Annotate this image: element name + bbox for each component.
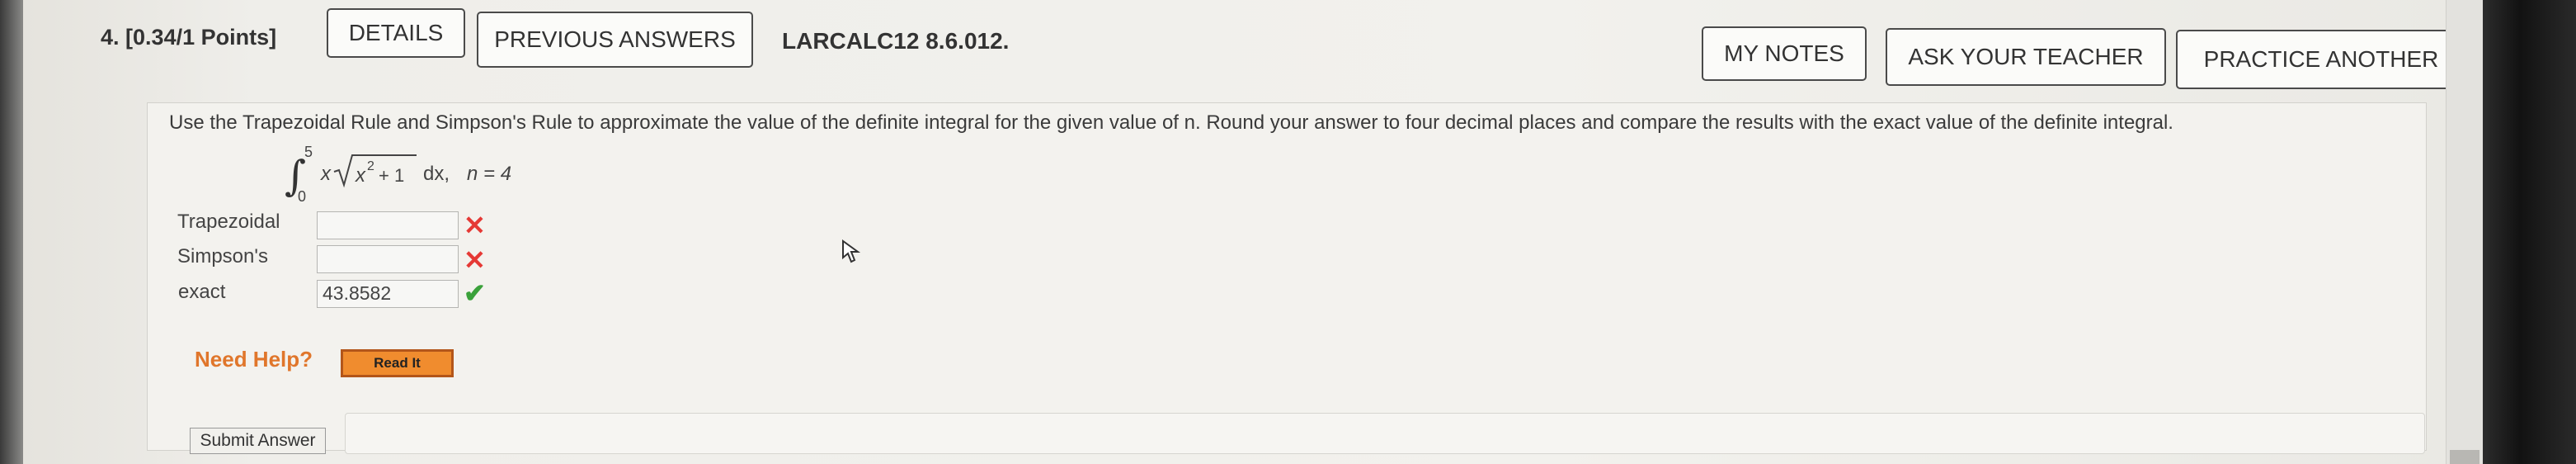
- screen-bezel-left: [0, 0, 23, 464]
- incorrect-icon: ✕: [464, 245, 486, 275]
- question-number: 4.: [101, 25, 120, 50]
- read-it-button[interactable]: Read It: [341, 349, 454, 377]
- answer-submission-area: [345, 413, 2425, 454]
- radicand-tail: + 1: [379, 165, 404, 186]
- trapezoidal-label: Trapezoidal: [177, 211, 280, 233]
- exact-label: exact: [178, 281, 226, 303]
- vertical-scrollbar[interactable]: [2446, 0, 2484, 464]
- integral-expression: ∫ 5 0 x x 2 + 1 dx, n = 4: [285, 144, 511, 205]
- radicand-x: x: [355, 164, 366, 187]
- previous-answers-button[interactable]: PREVIOUS ANSWERS: [477, 12, 753, 68]
- n-value: n = 4: [467, 163, 511, 185]
- question-code: LARCALC12 8.6.012.: [782, 28, 1010, 54]
- dx-label: dx,: [423, 163, 450, 185]
- exact-input[interactable]: 43.8582: [317, 280, 459, 308]
- question-points: [0.34/1 Points]: [125, 25, 277, 50]
- question-header: 4. [0.34/1 Points]: [101, 25, 276, 50]
- my-notes-button[interactable]: MY NOTES: [1702, 26, 1867, 81]
- submit-answer-button[interactable]: Submit Answer: [190, 428, 326, 454]
- integrand-x: x: [320, 163, 332, 185]
- upper-limit: 5: [304, 144, 313, 160]
- screen-bezel-right: [2483, 0, 2576, 464]
- incorrect-icon: ✕: [464, 211, 486, 240]
- practice-another-button[interactable]: PRACTICE ANOTHER: [2176, 30, 2466, 89]
- ask-teacher-button[interactable]: ASK YOUR TEACHER: [1886, 28, 2166, 86]
- radicand-exponent: 2: [367, 159, 374, 173]
- simpsons-label: Simpson's: [177, 245, 268, 268]
- simpsons-input[interactable]: [317, 245, 459, 273]
- trapezoidal-input[interactable]: [317, 211, 459, 239]
- lower-limit: 0: [298, 188, 306, 205]
- correct-check-icon: ✔: [464, 278, 486, 308]
- mouse-pointer-icon: [842, 239, 861, 263]
- need-help-label: Need Help?: [195, 347, 313, 372]
- instructions-text: Use the Trapezoidal Rule and Simpson's R…: [169, 111, 2173, 134]
- details-button[interactable]: DETAILS: [327, 8, 465, 58]
- scrollbar-thumb[interactable]: [2450, 450, 2479, 464]
